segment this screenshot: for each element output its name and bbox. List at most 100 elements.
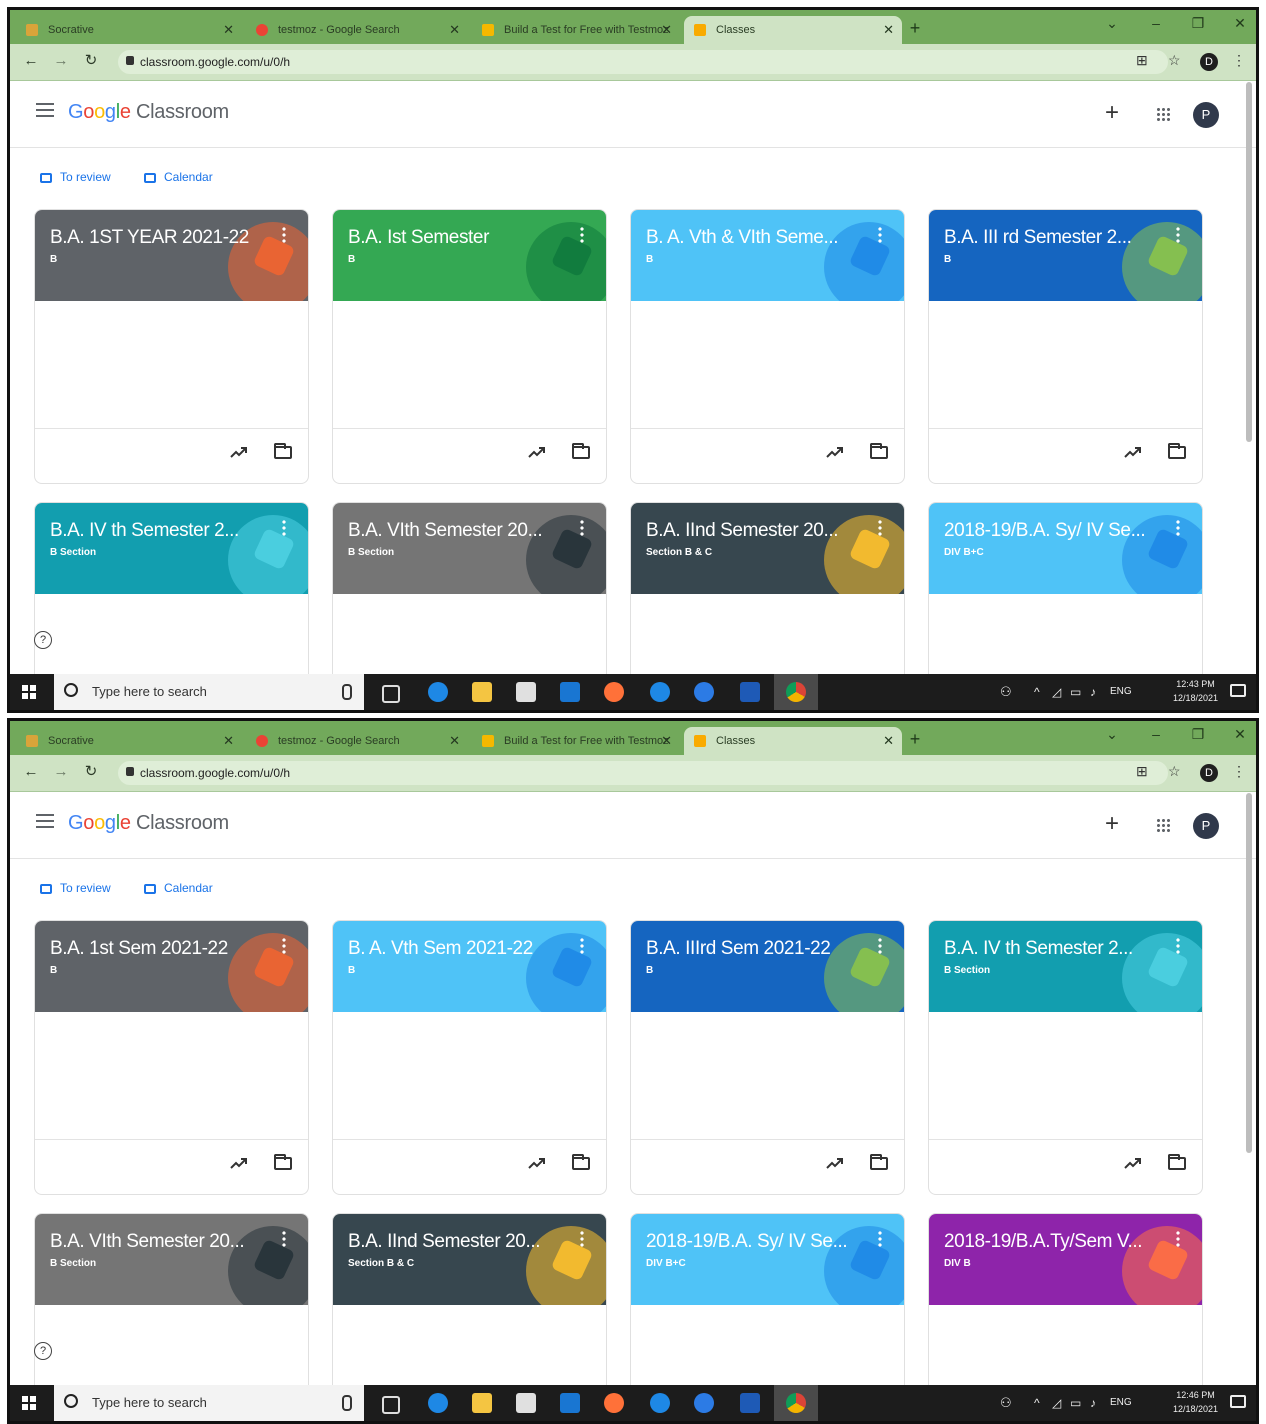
network-icon[interactable]: ◿ — [1052, 1385, 1061, 1421]
class-card-banner[interactable]: B.A. 1st Sem 2021-22 B — [35, 921, 308, 1012]
class-card[interactable]: B.A. IInd Semester 20... Section B & C — [332, 1213, 607, 1387]
browser-tab[interactable]: Socrative ✕ — [16, 16, 242, 44]
battery-icon[interactable]: ▭ — [1070, 674, 1081, 710]
browser-tab[interactable]: testmoz - Google Search ✕ — [246, 727, 468, 755]
tray-chevron-icon[interactable]: ^ — [1034, 674, 1040, 710]
class-card[interactable]: 2018-19/B.A. Sy/ IV Se... DIV B+C — [928, 502, 1203, 676]
class-card-banner[interactable]: B.A. III rd Semester 2... B — [929, 210, 1202, 301]
class-card-more-icon[interactable] — [878, 1230, 882, 1248]
class-card[interactable]: B.A. IV th Semester 2... B Section — [34, 502, 309, 676]
reload-icon[interactable]: ↻ — [82, 52, 100, 70]
class-card-more-icon[interactable] — [1176, 937, 1180, 955]
class-folder-icon[interactable] — [870, 1154, 888, 1170]
class-card-title[interactable]: B.A. 1st Sem 2021-22 — [50, 938, 275, 960]
language-indicator[interactable]: ENG — [1110, 674, 1132, 710]
system-clock[interactable]: 12:46 PM 12/18/2021 — [1173, 1388, 1218, 1416]
volume-icon[interactable]: ♪ — [1090, 674, 1096, 710]
class-card-banner[interactable]: 2018-19/B.A. Sy/ IV Se... DIV B+C — [929, 503, 1202, 594]
close-window-button[interactable]: ✕ — [1222, 15, 1256, 32]
account-avatar[interactable]: P — [1193, 813, 1219, 839]
tab-close-icon[interactable]: ✕ — [449, 727, 460, 755]
class-card-more-icon[interactable] — [580, 226, 584, 244]
class-card-more-icon[interactable] — [1176, 519, 1180, 537]
windows-start-icon[interactable] — [22, 1396, 36, 1410]
class-card-more-icon[interactable] — [1176, 1230, 1180, 1248]
firefox-icon[interactable] — [604, 682, 624, 702]
class-card-more-icon[interactable] — [878, 519, 882, 537]
class-card-title[interactable]: B.A. 1ST YEAR 2021-22 — [50, 227, 275, 249]
class-card-title[interactable]: B.A. VIth Semester 20... — [50, 1231, 275, 1253]
class-card-title[interactable]: B.A. III rd Semester 2... — [944, 227, 1169, 249]
windows-start-icon[interactable] — [22, 685, 36, 699]
trending-icon[interactable] — [528, 1156, 546, 1170]
maximize-button[interactable]: ❐ — [1180, 726, 1216, 743]
class-card-title[interactable]: 2018-19/B.A.Ty/Sem V... — [944, 1231, 1169, 1253]
trending-icon[interactable] — [230, 1156, 248, 1170]
class-card-banner[interactable]: B.A. IV th Semester 2... B Section — [929, 921, 1202, 1012]
class-card[interactable]: B.A. VIth Semester 20... B Section — [332, 502, 607, 676]
class-card-more-icon[interactable] — [282, 226, 286, 244]
class-folder-icon[interactable] — [870, 443, 888, 459]
class-card[interactable]: B.A. IV th Semester 2... B Section — [928, 920, 1203, 1195]
teams-icon[interactable] — [694, 682, 714, 702]
class-card-title[interactable]: B. A. Vth & VIth Seme... — [646, 227, 871, 249]
reload-icon[interactable]: ↻ — [82, 763, 100, 781]
tray-chevron-icon[interactable]: ^ — [1034, 1385, 1040, 1421]
class-card-title[interactable]: B.A. VIth Semester 20... — [348, 520, 573, 542]
tab-close-icon[interactable]: ✕ — [223, 727, 234, 755]
tab-search-icon[interactable]: ⌄ — [1094, 15, 1130, 32]
teams-icon[interactable] — [694, 1393, 714, 1413]
maximize-button[interactable]: ❐ — [1180, 15, 1216, 32]
trending-icon[interactable] — [826, 445, 844, 459]
tab-search-icon[interactable]: ⌄ — [1094, 726, 1130, 743]
browser-tab-active[interactable]: Classes ✕ — [684, 16, 902, 44]
class-folder-icon[interactable] — [274, 443, 292, 459]
mail-icon[interactable] — [560, 682, 580, 702]
class-card[interactable]: B.A. VIth Semester 20... B Section — [34, 1213, 309, 1387]
class-card[interactable]: B.A. III rd Semester 2... B — [928, 209, 1203, 484]
firefox-icon[interactable] — [604, 1393, 624, 1413]
class-card-more-icon[interactable] — [580, 519, 584, 537]
class-card-title[interactable]: B. A. Vth Sem 2021-22 — [348, 938, 573, 960]
system-clock[interactable]: 12:43 PM 12/18/2021 — [1173, 677, 1218, 705]
class-card-more-icon[interactable] — [878, 226, 882, 244]
bookmark-star-icon[interactable]: ☆ — [1168, 763, 1181, 780]
main-menu-icon[interactable] — [36, 814, 54, 828]
minimize-button[interactable]: – — [1138, 15, 1174, 31]
class-folder-icon[interactable] — [274, 1154, 292, 1170]
class-card-banner[interactable]: B.A. 1ST YEAR 2021-22 B — [35, 210, 308, 301]
class-card-title[interactable]: B.A. IInd Semester 20... — [348, 1231, 573, 1253]
people-icon[interactable]: ⚇ — [1000, 674, 1012, 710]
class-card-title[interactable]: 2018-19/B.A. Sy/ IV Se... — [646, 1231, 871, 1253]
class-card-more-icon[interactable] — [282, 1230, 286, 1248]
class-card[interactable]: B.A. 1ST YEAR 2021-22 B — [34, 209, 309, 484]
word-icon[interactable] — [740, 1393, 760, 1413]
class-card-more-icon[interactable] — [1176, 226, 1180, 244]
close-window-button[interactable]: ✕ — [1222, 726, 1256, 743]
class-card-title[interactable]: B.A. IInd Semester 20... — [646, 520, 871, 542]
browser-tab[interactable]: testmoz - Google Search ✕ — [246, 16, 468, 44]
class-card[interactable]: B. A. Vth Sem 2021-22 B — [332, 920, 607, 1195]
class-card-banner[interactable]: B.A. IV th Semester 2... B Section — [35, 503, 308, 594]
class-card-title[interactable]: B.A. Ist Semester — [348, 227, 573, 249]
task-view-icon[interactable] — [382, 685, 400, 703]
task-view-icon[interactable] — [382, 1396, 400, 1414]
file-explorer-icon[interactable] — [472, 1393, 492, 1413]
internet-explorer-icon[interactable] — [650, 682, 670, 702]
class-folder-icon[interactable] — [572, 1154, 590, 1170]
class-card-title[interactable]: B.A. IV th Semester 2... — [944, 938, 1169, 960]
trending-icon[interactable] — [1124, 1156, 1142, 1170]
main-menu-icon[interactable] — [36, 103, 54, 117]
account-avatar[interactable]: P — [1193, 102, 1219, 128]
class-card-title[interactable]: B.A. IIIrd Sem 2021-22 — [646, 938, 871, 960]
trending-icon[interactable] — [528, 445, 546, 459]
page-scrollbar[interactable] — [1246, 82, 1252, 442]
class-card[interactable]: B.A. IIIrd Sem 2021-22 B — [630, 920, 905, 1195]
browser-menu-icon[interactable]: ⋮ — [1232, 763, 1246, 780]
back-arrow-icon[interactable]: ← — [22, 52, 40, 70]
calendar-link[interactable]: Calendar — [144, 881, 213, 895]
file-explorer-icon[interactable] — [472, 682, 492, 702]
url-input[interactable]: classroom.google.com/u/0/h — [118, 761, 1168, 785]
trending-icon[interactable] — [826, 1156, 844, 1170]
class-card[interactable]: 2018-19/B.A. Sy/ IV Se... DIV B+C — [630, 1213, 905, 1387]
